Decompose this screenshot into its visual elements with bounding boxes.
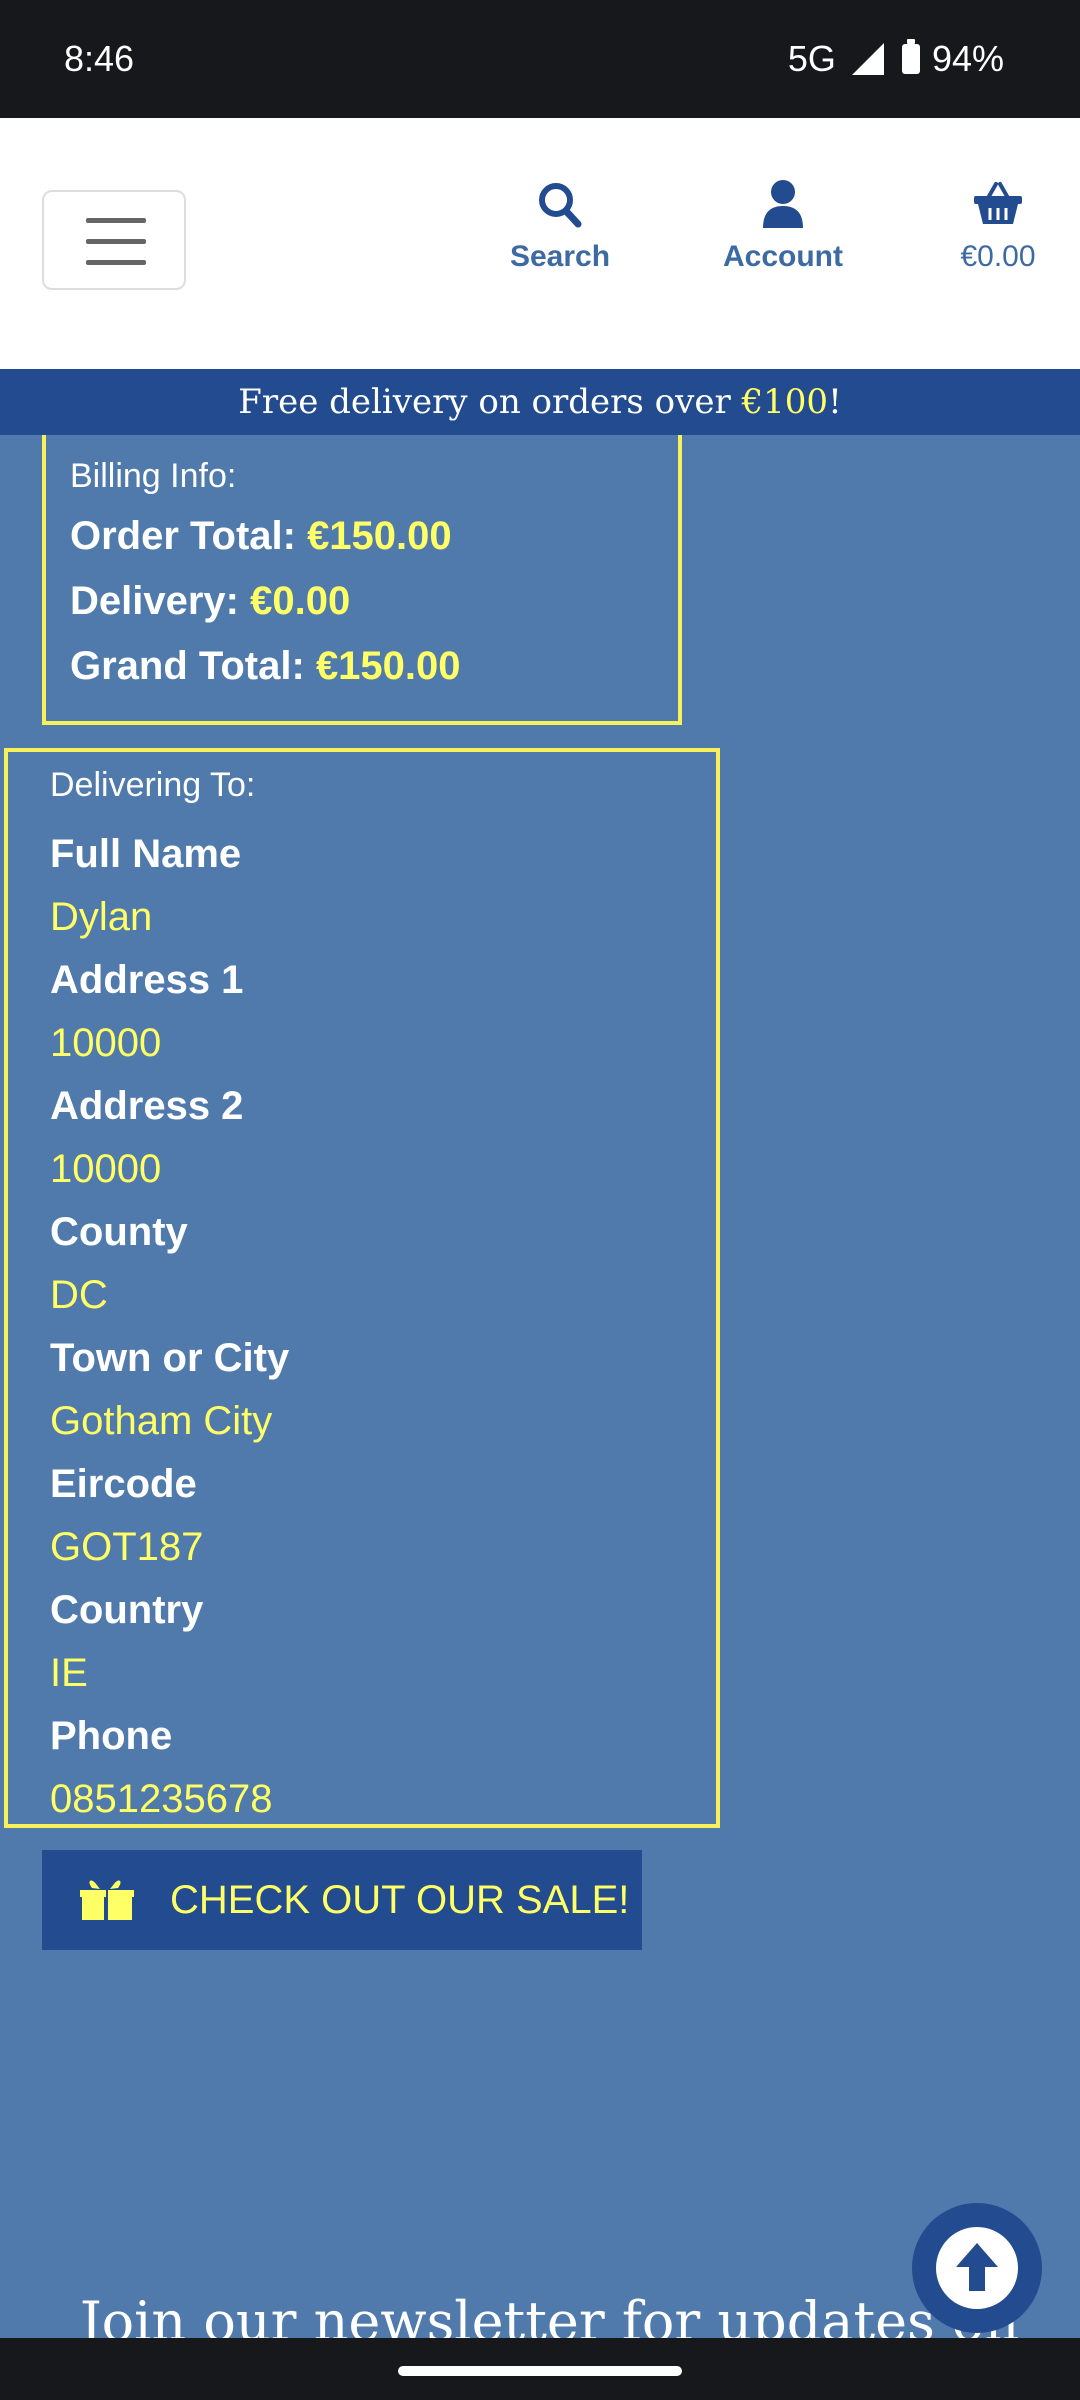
- field-label: Eircode: [50, 1462, 197, 1506]
- field-value: 0851235678: [50, 1777, 273, 1821]
- field-label: County: [50, 1210, 188, 1254]
- banner-suffix: !: [828, 382, 842, 422]
- banner-amount: €100: [741, 382, 829, 422]
- status-bar: 8:46 5G 94%: [0, 0, 1080, 118]
- grand-total: Grand Total: €150.00: [70, 644, 678, 689]
- delivering-to-heading: Delivering To:: [50, 766, 256, 804]
- signal-icon: [851, 43, 884, 75]
- home-gesture-bar[interactable]: [398, 2366, 682, 2376]
- order-total-value: €150.00: [307, 514, 452, 558]
- search-label: Search: [509, 240, 611, 273]
- account-button[interactable]: Account: [715, 178, 851, 274]
- grand-total-value: €150.00: [315, 644, 461, 688]
- delivery-address-box: Delivering To: Full Name Dylan Address 1…: [4, 748, 720, 1828]
- delivery-cost: Delivery: €0.00: [70, 579, 678, 624]
- search-icon: [539, 183, 582, 228]
- status-indicators: 5G 94%: [788, 38, 1004, 80]
- system-navigation-bar: [0, 2338, 1080, 2400]
- field-value: IE: [50, 1651, 88, 1695]
- field-label: Address 2: [50, 1084, 244, 1128]
- field-value: 10000: [50, 1147, 162, 1191]
- account-label: Account: [723, 240, 843, 273]
- delivery-value: €0.00: [250, 579, 351, 623]
- field-label: Town or City: [50, 1336, 290, 1380]
- field-label: Country: [50, 1588, 204, 1632]
- field-value: DC: [50, 1273, 108, 1317]
- basket-icon: [974, 182, 1022, 224]
- check-out-sale-button[interactable]: CHECK OUT OUR SALE!: [42, 1850, 642, 1950]
- field-label: Full Name: [50, 832, 242, 876]
- field-value: Gotham City: [50, 1399, 273, 1443]
- search-button[interactable]: Search: [500, 178, 620, 274]
- field-value: Dylan: [50, 895, 153, 939]
- field-value: GOT187: [50, 1525, 204, 1569]
- field-label: Phone: [50, 1714, 173, 1758]
- scroll-to-top-button[interactable]: [912, 2203, 1042, 2333]
- order-total-label: Order Total:: [70, 514, 296, 558]
- site-header: Search Account €0.00: [0, 118, 1080, 369]
- free-delivery-banner: Free delivery on orders over €100!: [0, 369, 1080, 435]
- gift-icon: [80, 1880, 134, 1920]
- battery-level: 94%: [931, 38, 1004, 79]
- battery-icon: [901, 39, 920, 74]
- billing-heading: Billing Info:: [70, 457, 237, 495]
- cart-button[interactable]: €0.00: [945, 178, 1051, 274]
- status-time: 8:46: [64, 38, 135, 79]
- delivery-label: Delivery:: [70, 579, 239, 623]
- network-label: 5G: [787, 38, 836, 79]
- field-label: Address 1: [50, 958, 244, 1002]
- cart-total: €0.00: [960, 240, 1036, 273]
- arrow-up-circle-icon: [956, 2243, 998, 2291]
- banner-text: Free delivery on orders over: [238, 382, 742, 422]
- hamburger-icon[interactable]: [42, 190, 186, 290]
- user-icon: [763, 180, 803, 228]
- order-total: Order Total: €150.00: [70, 514, 678, 559]
- grand-total-label: Grand Total:: [70, 644, 305, 688]
- sale-button-label: CHECK OUT OUR SALE!: [170, 1877, 630, 1922]
- field-value: 10000: [50, 1021, 162, 1065]
- billing-info-box: Billing Info: Order Total: €150.00 Deliv…: [42, 435, 682, 725]
